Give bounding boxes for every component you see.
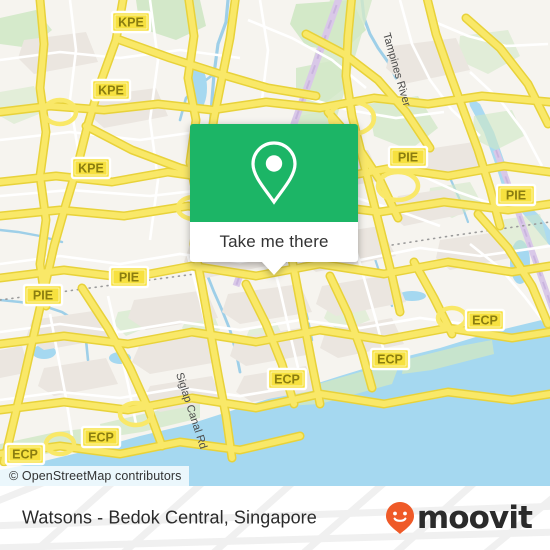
shield-label: ECP <box>472 314 498 328</box>
highway-shield-ecp: ECP <box>80 425 122 449</box>
highway-shield-ecp: ECP <box>369 347 411 371</box>
footer-bar: Watsons - Bedok Central, Singapore moovi… <box>0 486 550 550</box>
highway-shield-kpe: KPE <box>90 78 132 102</box>
moovit-pin-icon <box>385 502 414 534</box>
osm-attribution[interactable]: © OpenStreetMap contributors <box>0 466 189 486</box>
callout-tail <box>261 261 287 275</box>
highway-shield-pie: PIE <box>22 283 64 307</box>
place-title: Watsons - Bedok Central, Singapore <box>22 507 317 528</box>
callout-icon-panel <box>190 124 358 222</box>
highway-shield-pie: PIE <box>387 145 429 169</box>
highway-shield-kpe: KPE <box>110 10 152 34</box>
map-canvas[interactable]: Tampines River Siglap Canal Rd KPE KPE KPE… <box>0 0 550 486</box>
highway-shield-pie: PIE <box>495 183 537 207</box>
shield-label: ECP <box>377 353 403 367</box>
destination-callout[interactable]: Take me there <box>190 124 358 275</box>
shield-label: ECP <box>88 431 114 445</box>
highway-shield-ecp: ECP <box>4 442 46 466</box>
shield-label: KPE <box>78 162 104 176</box>
shield-label: PIE <box>119 271 139 285</box>
moovit-wordmark: moovit <box>416 499 533 536</box>
take-me-there-label: Take me there <box>219 232 329 251</box>
shield-label: PIE <box>506 189 526 203</box>
shield-label: PIE <box>33 289 53 303</box>
shield-label: KPE <box>118 16 144 30</box>
moovit-logo[interactable]: moovit <box>385 499 533 536</box>
highway-shield-kpe: KPE <box>70 156 112 180</box>
shield-label: KPE <box>98 84 124 98</box>
shield-label: ECP <box>12 448 38 462</box>
shield-label: PIE <box>398 151 418 165</box>
highway-shield-pie: PIE <box>108 265 150 289</box>
callout-action-panel[interactable]: Take me there <box>190 222 358 275</box>
map-pin-icon <box>251 141 297 205</box>
shield-label: ECP <box>274 373 300 387</box>
highway-shield-ecp: ECP <box>464 308 506 332</box>
highway-shield-ecp: ECP <box>266 367 308 391</box>
map-screenshot: Tampines River Siglap Canal Rd KPE KPE KPE… <box>0 0 550 550</box>
